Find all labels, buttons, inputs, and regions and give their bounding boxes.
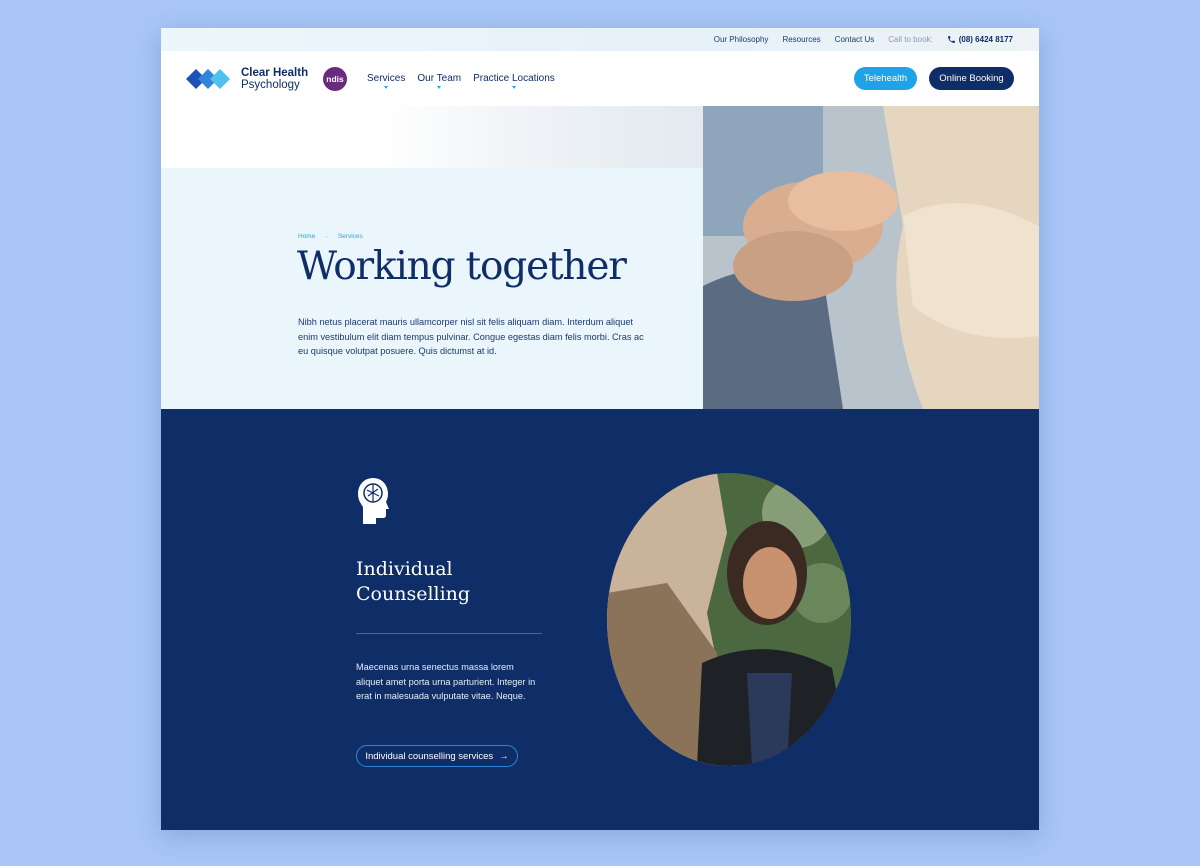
individual-counselling-button[interactable]: Individual counselling services → <box>356 745 518 767</box>
utility-bar: Our Philosophy Resources Contact Us Call… <box>161 28 1039 51</box>
chevron-down-icon <box>384 86 389 89</box>
nav-our-team[interactable]: Our Team <box>417 73 462 89</box>
nav-our-team-label: Our Team <box>417 73 462 84</box>
brand-name[interactable]: Clear Health Psychology <box>241 67 308 91</box>
service-description: Maecenas urna senectus massa lorem aliqu… <box>356 662 536 701</box>
divider <box>356 633 542 634</box>
nav-services-label: Services <box>367 73 406 84</box>
main-nav: Services Our Team Practice Locations <box>367 73 555 89</box>
smiling-women-image <box>607 473 851 766</box>
utility-link-contact[interactable]: Contact Us <box>835 35 875 44</box>
service-section <box>161 409 1039 830</box>
service-button-label: Individual counselling services <box>365 750 494 762</box>
chevron-down-icon <box>511 86 516 89</box>
telehealth-button[interactable]: Telehealth <box>854 67 917 90</box>
breadcrumb-services[interactable]: Services <box>338 233 363 240</box>
holding-hands-image <box>703 106 1039 409</box>
hero-photo <box>703 106 1039 409</box>
phone-link[interactable]: (08) 6424 8177 <box>947 35 1013 44</box>
brand-line-1: Clear Health <box>241 67 309 79</box>
nav-practice-locations[interactable]: Practice Locations <box>473 73 555 89</box>
head-brain-icon <box>358 478 389 524</box>
brand-logo-icon[interactable] <box>186 67 234 91</box>
online-booking-button[interactable]: Online Booking <box>929 67 1014 90</box>
ndis-badge: ndis <box>323 67 347 91</box>
brand-line-2: Psychology <box>241 79 300 91</box>
chevron-down-icon <box>437 86 442 89</box>
nav-practice-locations-label: Practice Locations <box>473 73 555 84</box>
page: Our Philosophy Resources Contact Us Call… <box>161 28 1039 830</box>
utility-link-philosophy[interactable]: Our Philosophy <box>714 35 769 44</box>
call-to-book-label: Call to book: <box>888 35 933 44</box>
breadcrumb-arrow-icon: → <box>323 233 330 240</box>
arrow-right-icon: → <box>499 750 509 762</box>
utility-link-resources[interactable]: Resources <box>782 35 820 44</box>
phone-number: (08) 6424 8177 <box>958 35 1013 44</box>
service-title: Individual Counselling <box>356 558 471 605</box>
page-title: Working together <box>297 244 627 289</box>
site-header: Clear Health Psychology ndis Services Ou… <box>161 51 1039 106</box>
phone-icon <box>947 36 955 43</box>
hero-intro: Nibh netus placerat mauris ullamcorper n… <box>298 317 644 356</box>
breadcrumb-home[interactable]: Home <box>298 233 315 240</box>
service-photo <box>607 473 851 766</box>
hero-photo-strip <box>161 106 703 168</box>
nav-services[interactable]: Services <box>367 73 406 89</box>
breadcrumb: Home → Services <box>298 233 363 240</box>
